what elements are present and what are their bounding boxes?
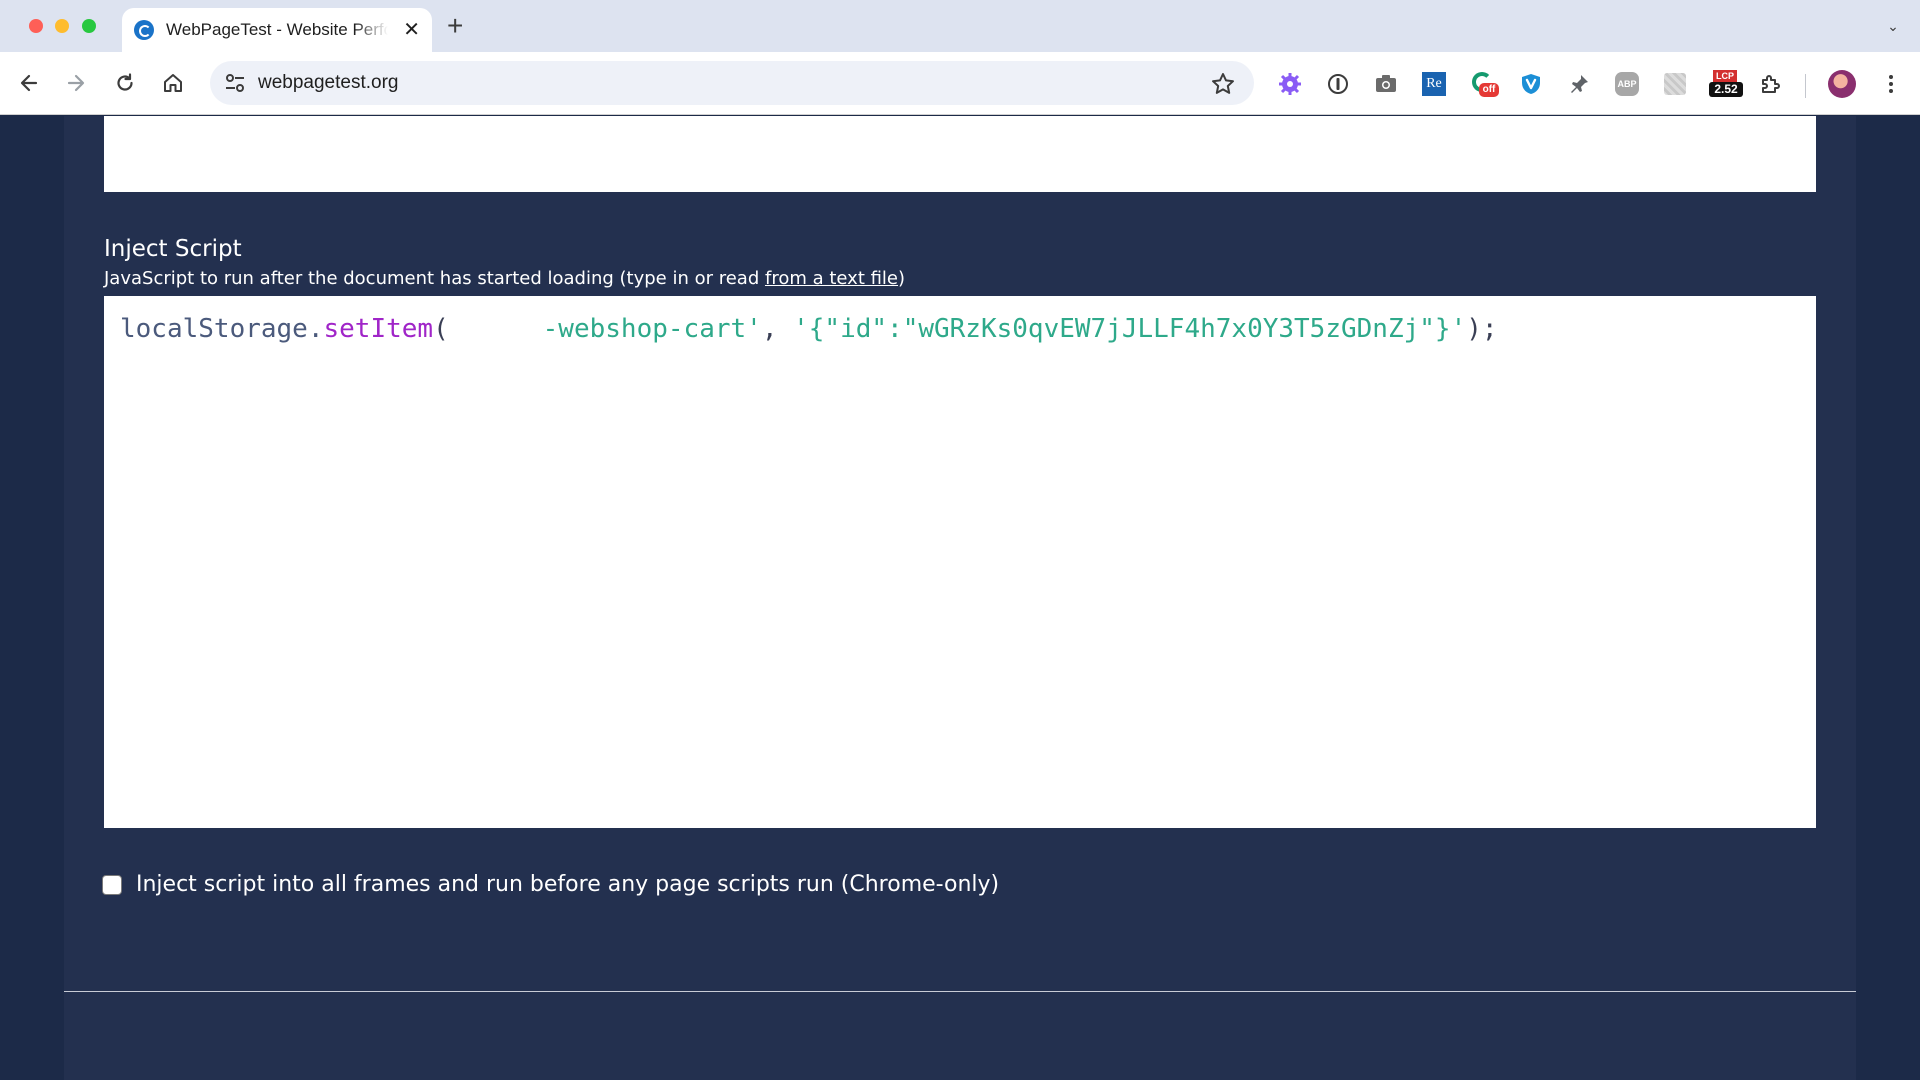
tab-title: WebPageTest - Website Performance and Op… — [166, 20, 388, 39]
inject-script-heading: Inject Script — [104, 236, 242, 262]
reload-button[interactable] — [110, 68, 140, 98]
code-line[interactable]: localStorage.setItem( -webshop-cart', '{… — [120, 314, 1498, 344]
adblock-extension-icon[interactable]: ABP — [1613, 70, 1641, 98]
code-object: localStorage — [120, 314, 308, 344]
code-value-string: '{"id":"wGRzKs0qvEW7jJLLF4h7x0Y3T5zGDnZj… — [793, 314, 1467, 344]
lcp-value-badge: 2.52 — [1709, 82, 1743, 97]
grid-extension-icon[interactable] — [1661, 70, 1689, 98]
browser-toolbar: webpagetest.org Re off ABP LCP 2.52 — [0, 52, 1920, 115]
arrow-left-icon — [20, 74, 38, 92]
code-comma: , — [761, 314, 794, 344]
readcube-extension-icon[interactable]: Re — [1420, 70, 1448, 98]
address-bar[interactable]: webpagetest.org — [210, 61, 1254, 105]
pin-extension-icon[interactable] — [1565, 70, 1593, 98]
site-settings-icon[interactable] — [224, 73, 246, 93]
forward-button[interactable] — [61, 68, 91, 98]
webpagetest-favicon-icon — [134, 20, 154, 40]
code-open-paren: ( — [433, 314, 449, 344]
maximize-window-button[interactable] — [82, 19, 96, 33]
shield-extension-icon[interactable] — [1517, 70, 1545, 98]
section-divider — [64, 991, 1856, 992]
badge-off: off — [1479, 83, 1499, 97]
bookmark-star-icon[interactable] — [1210, 71, 1236, 97]
lcp-extension-icon[interactable]: LCP 2.52 — [1709, 70, 1743, 98]
tab-close-icon[interactable]: ✕ — [403, 20, 420, 40]
text-file-link[interactable]: from a text file — [765, 268, 898, 289]
grammarly-extension-icon[interactable]: off — [1470, 70, 1499, 98]
url-text[interactable]: webpagetest.org — [258, 72, 399, 94]
home-icon — [164, 74, 182, 92]
gear-extension-icon[interactable] — [1276, 70, 1304, 98]
inject-all-frames-label[interactable]: Inject script into all frames and run be… — [136, 872, 999, 897]
active-tab[interactable]: WebPageTest - Website Performance and Op… — [122, 8, 432, 52]
toolbar-separator — [1805, 74, 1806, 98]
back-button[interactable] — [14, 68, 44, 98]
camera-extension-icon[interactable] — [1372, 70, 1400, 98]
browser-menu-icon[interactable] — [1877, 70, 1905, 98]
inject-script-editor[interactable]: localStorage.setItem( -webshop-cart', '{… — [104, 296, 1816, 828]
reload-icon — [117, 73, 133, 91]
close-window-button[interactable] — [29, 19, 43, 33]
code-method: setItem — [323, 314, 434, 344]
tab-bar: WebPageTest - Website Performance and Op… — [0, 0, 1920, 52]
tab-search-chevron-icon[interactable]: ⌄ — [1882, 15, 1904, 37]
arrow-right-icon — [67, 74, 85, 92]
minimize-window-button[interactable] — [55, 19, 69, 33]
inject-all-frames-option[interactable]: Inject script into all frames and run be… — [102, 872, 999, 897]
code-dot: . — [307, 314, 324, 344]
previous-textarea[interactable] — [104, 116, 1816, 192]
inject-all-frames-checkbox[interactable] — [102, 874, 122, 895]
new-tab-button[interactable]: + — [447, 10, 463, 42]
home-button[interactable] — [158, 68, 188, 98]
info-extension-icon[interactable] — [1324, 70, 1352, 98]
extensions-puzzle-icon[interactable] — [1757, 70, 1785, 98]
inject-script-description: JavaScript to run after the document has… — [104, 268, 906, 289]
code-key-string: -webshop-cart' — [448, 314, 762, 344]
code-close: ); — [1466, 314, 1498, 344]
profile-avatar[interactable] — [1828, 70, 1856, 98]
